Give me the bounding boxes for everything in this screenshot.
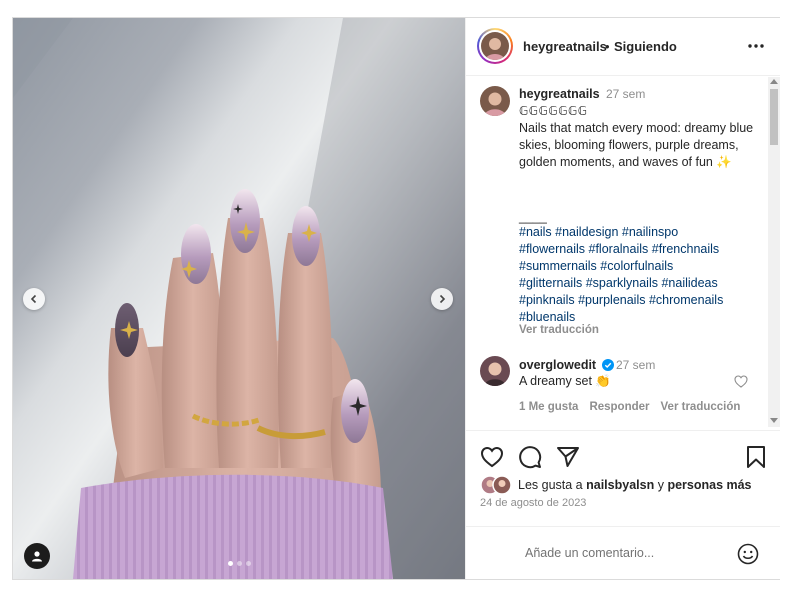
heart-icon[interactable]: [480, 445, 504, 469]
comment-username[interactable]: overglowedit: [519, 358, 596, 372]
header-separator: •: [605, 39, 610, 54]
scroll-up-arrow-icon[interactable]: [770, 79, 778, 84]
hashtag[interactable]: #purplenails: [578, 293, 645, 307]
hashtag[interactable]: #nailinspo: [622, 225, 678, 239]
post-date[interactable]: 24 de agosto de 2023: [480, 497, 586, 509]
hashtag[interactable]: #flowernails: [519, 242, 585, 256]
comment-composer: [466, 526, 780, 580]
hashtag[interactable]: #nails: [519, 225, 552, 239]
hashtag[interactable]: #frenchnails: [652, 242, 719, 256]
hashtag[interactable]: #sparklynails: [586, 276, 658, 290]
carousel-dot: [227, 561, 233, 566]
caption-divider: ____: [519, 210, 547, 224]
hashtag[interactable]: #summernails: [519, 259, 597, 273]
post-media[interactable]: [13, 18, 465, 579]
likes-prefix: Les gusta a: [518, 478, 583, 492]
liker-username[interactable]: nailsbyalsn: [586, 478, 654, 492]
reply-button[interactable]: Responder: [589, 401, 649, 413]
comment-likes[interactable]: 1 Me gusta: [519, 401, 578, 413]
scroll-down-arrow-icon[interactable]: [770, 418, 778, 423]
user-icon: [32, 551, 42, 562]
avatar: [481, 32, 509, 60]
post-dialog: heygreatnails • Siguiendo heygreatnails …: [12, 17, 780, 580]
emoji-icon[interactable]: [737, 543, 759, 565]
likes-conjunction: y: [657, 478, 664, 492]
post-actions: [466, 430, 780, 471]
more-horizontal-icon[interactable]: [746, 37, 766, 55]
next-image-button[interactable]: [431, 288, 453, 310]
header-username[interactable]: heygreatnails: [523, 39, 607, 54]
previous-image-button[interactable]: [23, 288, 45, 310]
likes-summary: Les gusta a nailsbyalsn y personas más: [480, 475, 780, 495]
chevron-left-icon: [30, 294, 37, 304]
like-comment-icon[interactable]: [734, 375, 748, 388]
post-header: heygreatnails • Siguiendo: [466, 18, 780, 76]
see-translation-link[interactable]: Ver traducción: [519, 324, 599, 336]
hashtag[interactable]: #chromenails: [649, 293, 723, 307]
story-ring[interactable]: [477, 28, 513, 64]
carousel-indicator: [13, 561, 465, 566]
bookmark-icon[interactable]: [744, 445, 768, 469]
comment-input[interactable]: [523, 545, 727, 561]
hashtag[interactable]: #floralnails: [589, 242, 649, 256]
tagged-users-button[interactable]: [24, 543, 50, 569]
chevron-right-icon: [439, 294, 446, 304]
hashtag[interactable]: #bluenails: [519, 310, 575, 324]
comment-time[interactable]: 27 sem: [616, 358, 655, 372]
carousel-dot: [245, 561, 251, 566]
hashtag[interactable]: #colorfulnails: [600, 259, 673, 273]
comments-area[interactable]: heygreatnails 27 sem 𝔾𝔾𝔾𝔾𝔾𝔾𝔾 Nails that …: [466, 76, 780, 428]
liker-avatars[interactable]: [480, 475, 514, 495]
following-button[interactable]: Siguiendo: [614, 39, 677, 54]
hashtag[interactable]: #nailideas: [661, 276, 717, 290]
carousel-dot: [236, 561, 242, 566]
hashtag[interactable]: #glitternails: [519, 276, 582, 290]
scroll-thumb[interactable]: [770, 89, 778, 145]
caption-username[interactable]: heygreatnails: [519, 87, 600, 101]
verified-badge-icon: [602, 359, 614, 371]
avatar[interactable]: [480, 356, 510, 386]
see-translation-link[interactable]: Ver traducción: [661, 401, 741, 413]
post-sidebar: heygreatnails • Siguiendo heygreatnails …: [465, 18, 780, 579]
others-likes-link[interactable]: personas más: [667, 478, 751, 492]
comment-actions: 1 Me gusta Responder Ver traducción: [519, 401, 740, 413]
avatar[interactable]: [480, 86, 510, 116]
comment-icon[interactable]: [518, 445, 542, 469]
hashtag[interactable]: #naildesign: [555, 225, 618, 239]
nails-photo: [13, 18, 465, 579]
comments-scrollbar[interactable]: [768, 77, 780, 427]
send-icon[interactable]: [556, 445, 580, 469]
hashtag-list: #nails #naildesign #nailinspo #flowernai…: [519, 224, 759, 326]
caption-time[interactable]: 27 sem: [606, 87, 645, 101]
comment-text: A dreamy set 👏: [519, 374, 611, 388]
caption-symbols: 𝔾𝔾𝔾𝔾𝔾𝔾𝔾: [519, 104, 588, 118]
hashtag[interactable]: #pinknails: [519, 293, 575, 307]
caption-text: Nails that match every mood: dreamy blue…: [519, 121, 754, 169]
